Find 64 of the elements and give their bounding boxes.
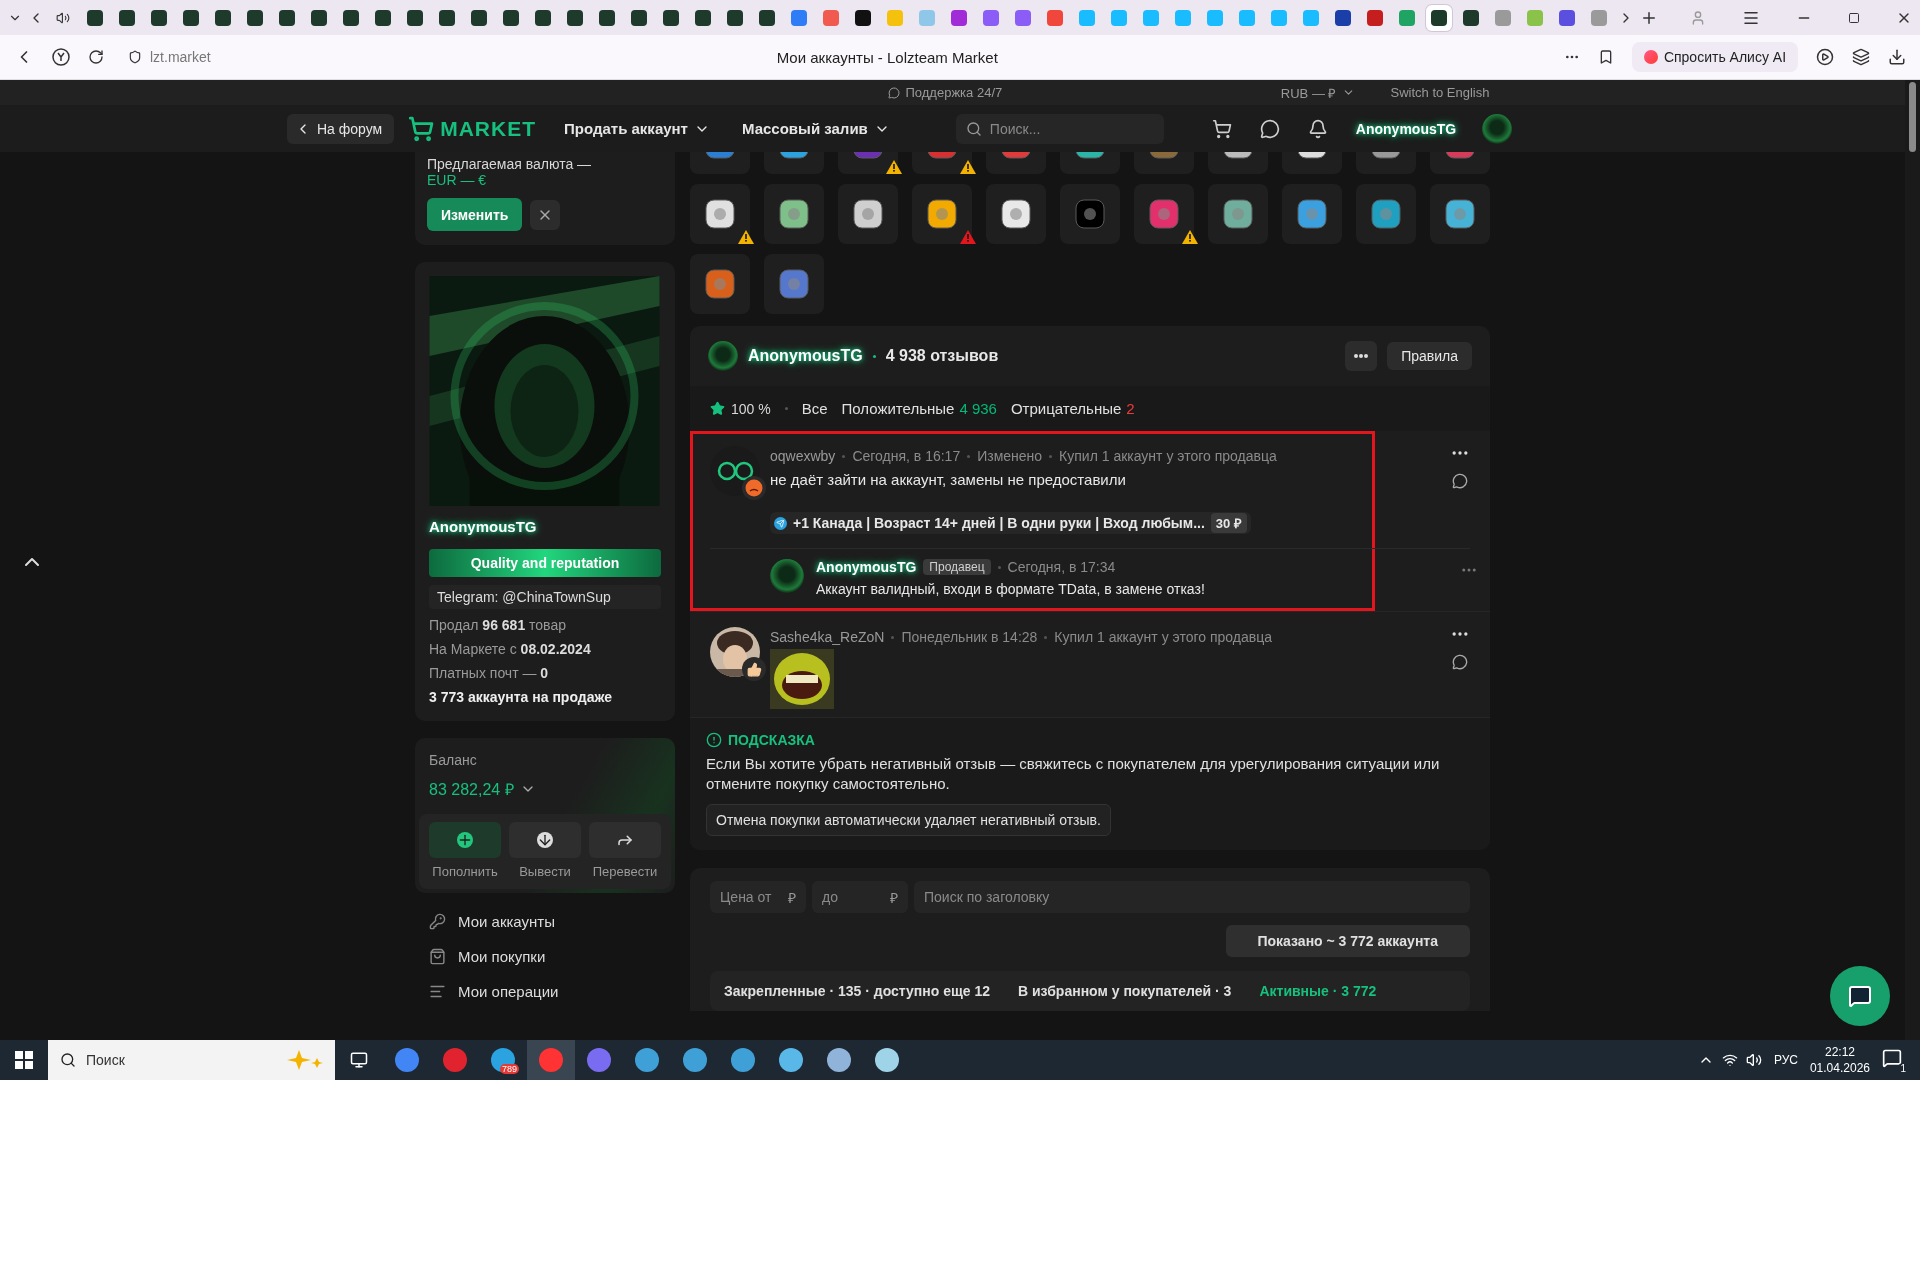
market-logo[interactable]: MARKET [408,115,536,142]
sidebar-item[interactable]: Мои покупки [415,939,675,974]
reviewer-name[interactable]: Sashe4ka_ReZoN [770,629,885,645]
username: AnonymousTG [429,518,538,535]
currency-selector[interactable]: RUB — ₽ [1280,83,1355,102]
sidebar-item[interactable]: Мои аккаунты [415,904,675,939]
nav-menu[interactable]: Массовый залив [736,119,896,138]
nav-menu[interactable]: Продать аккаунт [558,119,716,138]
results-button[interactable]: Показано ~ 3 772 аккаунта [1225,925,1470,957]
review-meta: Сегодня, в 16:17 [852,448,961,464]
currency-label: Предлагаемая валюта — [427,156,593,172]
username-link[interactable]: AnonymousTG [1355,120,1457,137]
review-meta: Купил 1 аккаунт у этого продавца [1054,629,1272,645]
review-count: 4 938 отзывов [885,347,999,365]
review-meta: Купил 1 аккаунт у этого продавца [1059,448,1277,464]
review-meta: Изменено [977,448,1043,464]
profile-stat: Продал 96 681 товар [429,616,567,635]
clock[interactable]: 22:12 01.04.2026 [1809,1044,1870,1076]
seller-badge: Продавец [923,559,991,575]
product-link[interactable]: +1 Канада | Возраст 14+ дней | В одни руки | Вход любым... 30 ₽ [770,512,1251,534]
balance-amount: 83 282,24 ₽ [429,780,514,800]
profile-stat: На Маркете с 08.02.2024 [429,640,592,659]
telegram-contact: Telegram: @ChinaTownSup [429,585,661,609]
seller-name[interactable]: AnonymousTG [816,559,917,575]
change-button[interactable]: Изменить [427,198,523,231]
hint-title: ПОДСКАЗКА [706,732,1474,748]
address-field[interactable]: lzt.market [150,49,211,65]
assistant-button[interactable]: Спросить Алису AI [1631,42,1798,72]
profile-stat: Платных почт — 0 [429,664,550,683]
list-tab[interactable]: Закрепленные · 135 · доступно еще 12 [724,983,990,999]
support-link[interactable]: Поддержка 24/7 [905,85,1003,100]
input-language[interactable]: РУС [1773,1053,1798,1067]
price-tag: 30 ₽ [1210,513,1247,533]
balance-label: Баланс [428,752,478,768]
rating: 100 % [731,400,771,417]
search-field[interactable]: Поиск... [955,113,1164,144]
taskbar-search[interactable]: Поиск [48,1040,335,1080]
hint-text: Если Вы хотите убрать негативный отзыв — свяжитесь с покупателем для урегулирования ситуации или отмените покупку самостоятельно. [706,754,1441,794]
unread-badge: 789 [499,1064,519,1074]
review-meta: Понедельник в 14:28 [901,629,1038,645]
reputation-banner: Quality and reputation [429,549,661,577]
filter-tab[interactable]: Все [801,400,828,417]
sidebar-item[interactable]: Мои операции [415,974,675,1009]
seller-name[interactable]: AnonymousTG [748,347,863,365]
review-meta: Сегодня, в 17:34 [1007,559,1116,575]
currency-sign: ₽ [890,888,898,907]
list-tab[interactable]: В избранном у покупателей · 3 [1018,983,1232,999]
filter-tab[interactable]: Отрицательные 2 [1010,400,1135,417]
currency-sign: ₽ [788,888,796,907]
accounts-on-sale: 3 773 аккаунта на продаже [429,688,613,707]
reviewer-name[interactable]: oqwexwby [770,448,836,464]
page-title: Мои аккаунты - Lolzteam Market [776,48,998,66]
filter-tab[interactable]: Положительные 4 936 [841,400,997,417]
back-to-forum-button[interactable]: На форум [287,113,395,144]
reply-text: Аккаунт валидный, входи в формате TData, в замене отказ! [816,581,1205,597]
hint-note: Отмена покупки автоматически удаляет негативный отзыв. [706,804,1111,836]
rules-button[interactable]: Правила [1387,342,1472,370]
notifications-button[interactable]: 1 [1882,1048,1906,1072]
language-link[interactable]: Switch to English [1390,85,1490,100]
list-tab[interactable]: Активные · 3 772 [1259,983,1377,999]
title-search-field[interactable]: Поиск по заголовку [914,881,1470,913]
taskbar-app[interactable]: 789 [479,1040,527,1080]
review-text: не даёт зайти на аккаунт, замены не предоставили [770,471,1126,488]
currency-value: EUR — € [427,172,488,188]
